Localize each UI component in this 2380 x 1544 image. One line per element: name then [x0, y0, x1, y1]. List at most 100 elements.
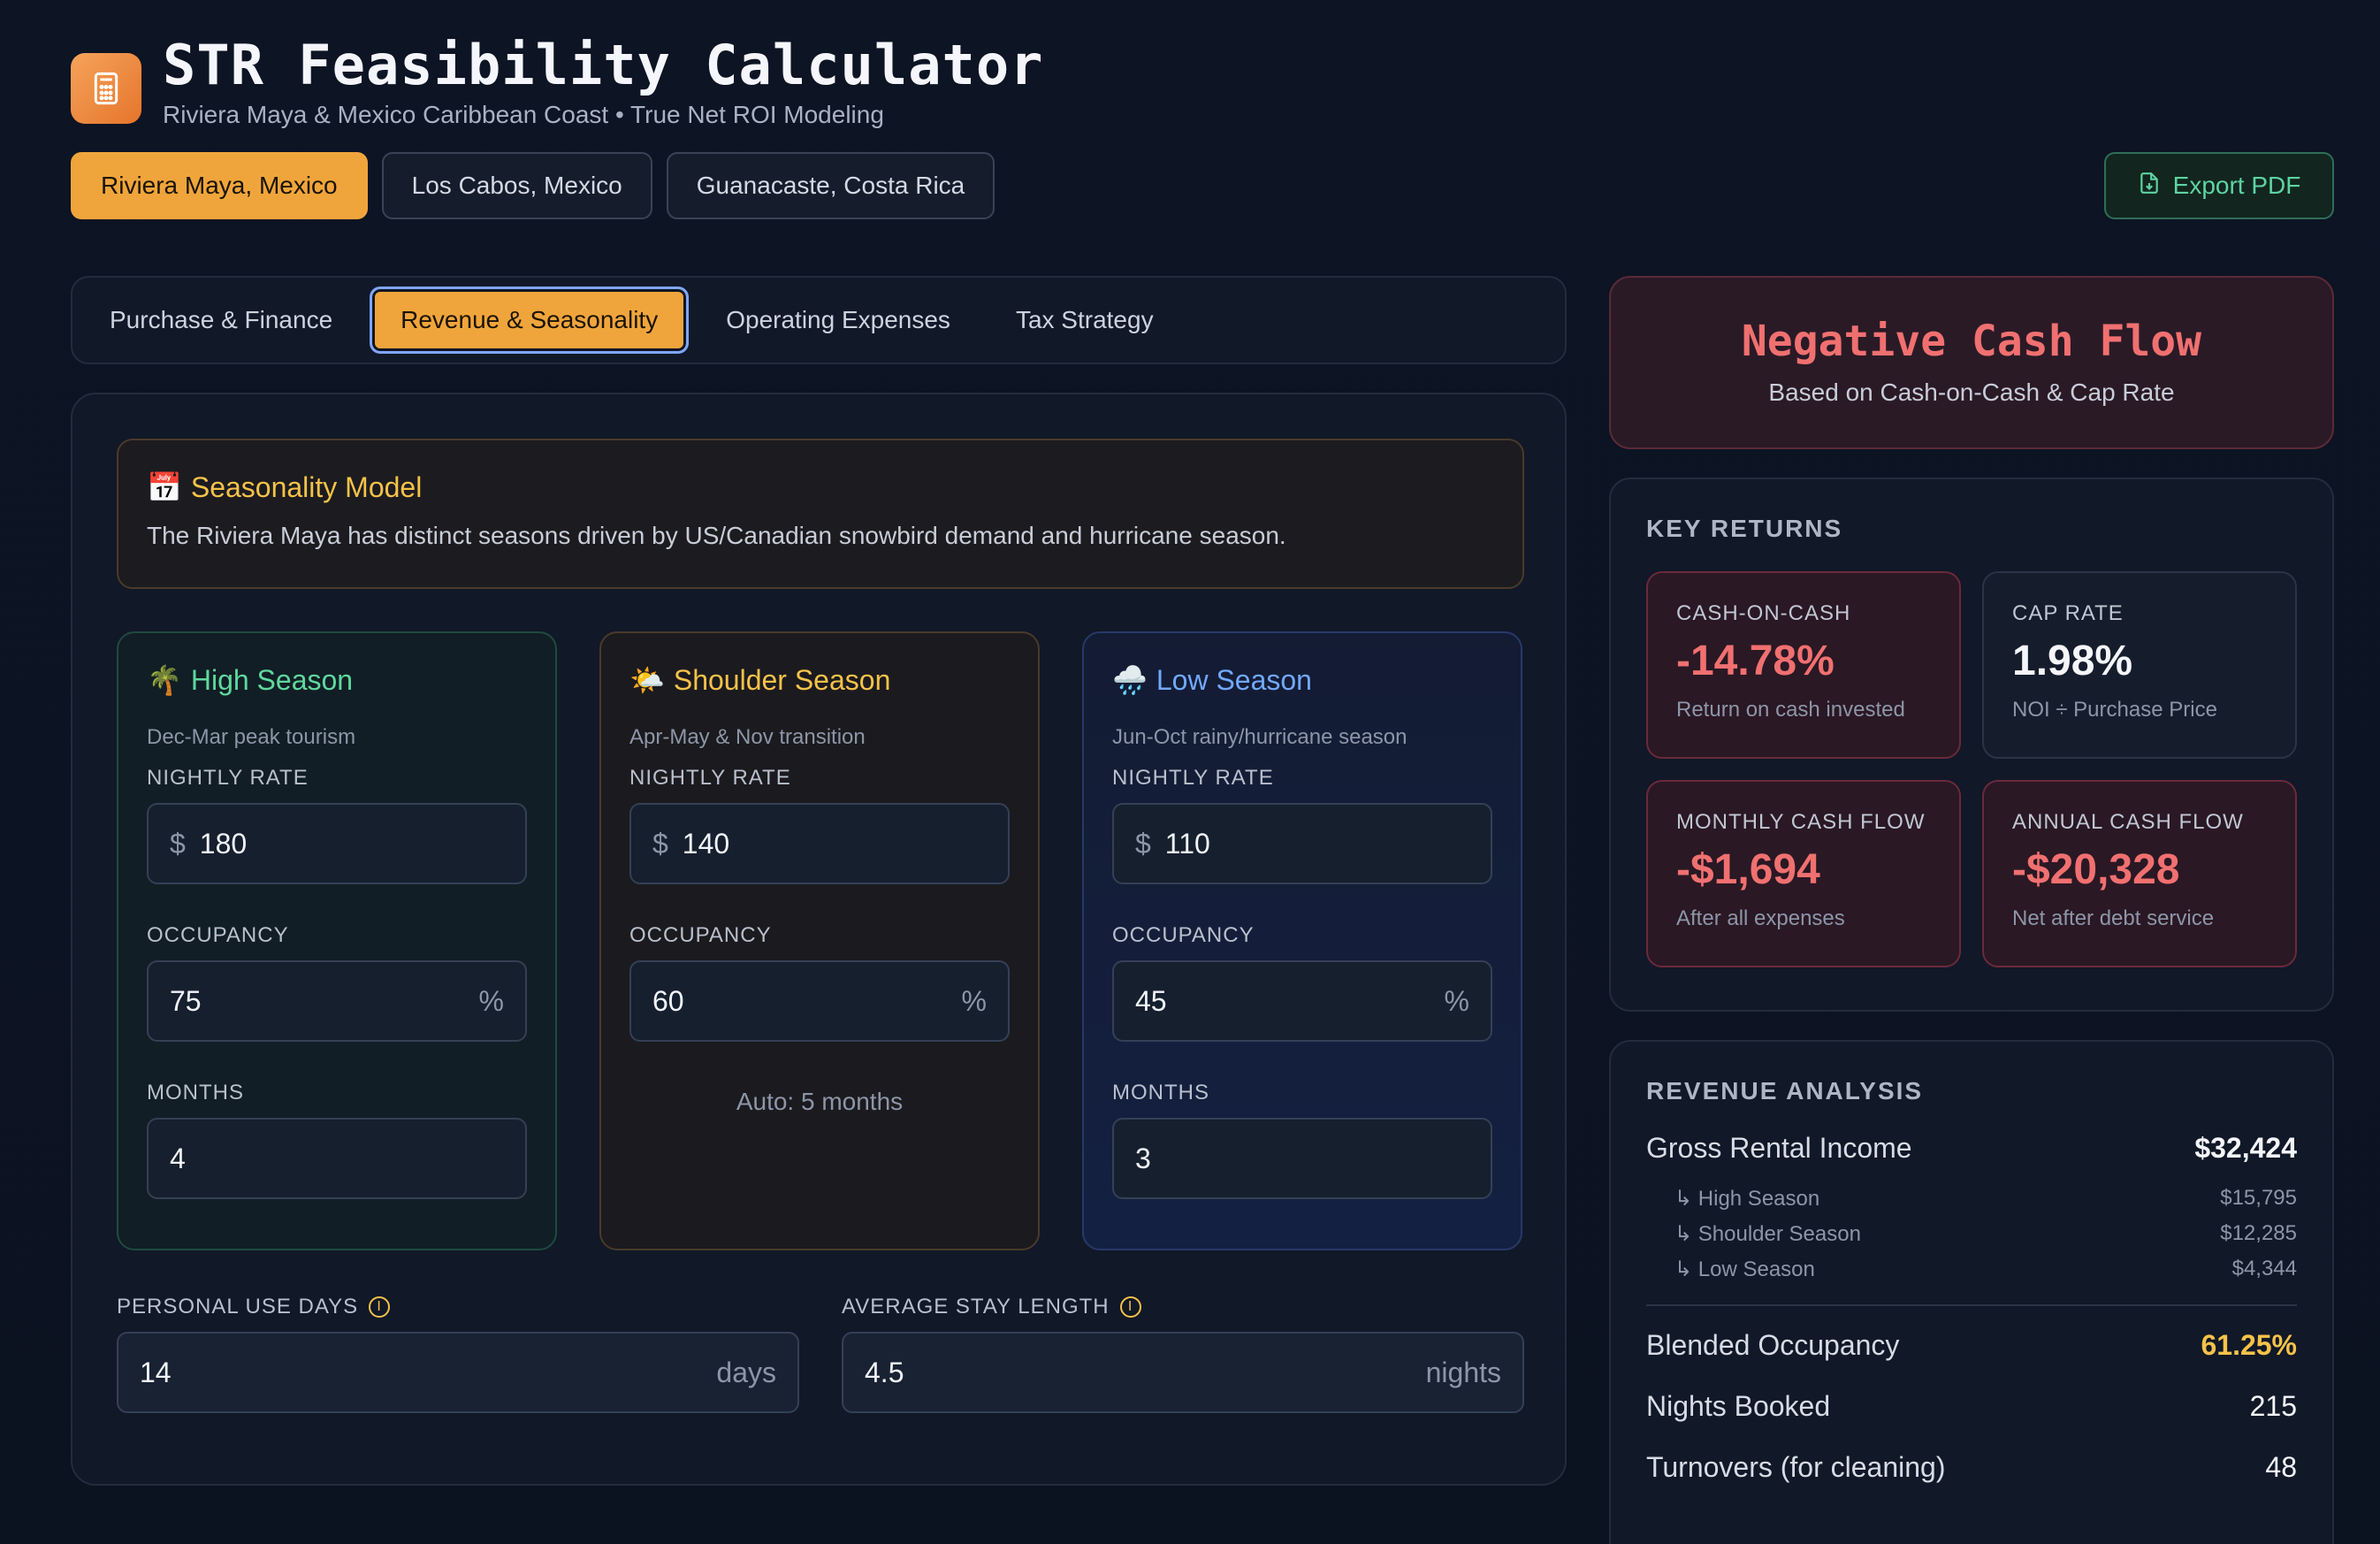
low-season-revenue-row: ↳ Low Season $4,344: [1646, 1251, 2297, 1287]
shoulder-occupancy-input[interactable]: 60 %: [629, 960, 1010, 1042]
metric-value: -$1,694: [1676, 846, 1820, 893]
blended-occupancy-row: Blended Occupancy 61.25%: [1646, 1329, 2297, 1362]
shoulder-auto-months: Auto: 5 months: [736, 1088, 904, 1115]
metric-value: -14.78%: [1676, 638, 1835, 684]
location-selector: Riviera Maya, Mexico Los Cabos, Mexico G…: [71, 152, 995, 219]
low-months-input[interactable]: 3: [1112, 1118, 1492, 1199]
low-season-card: 🌧️ Low Season Jun-Oct rainy/hurricane se…: [1082, 631, 1522, 1250]
blended-occupancy-label: Blended Occupancy: [1646, 1329, 1900, 1361]
turnovers-value: 48: [2265, 1451, 2297, 1483]
nights-booked-value: 215: [2249, 1390, 2297, 1422]
gross-rental-income-value: $32,424: [2194, 1132, 2297, 1164]
key-returns-title: KEY RETURNS: [1646, 515, 1843, 542]
average-stay-length-value: 4.5: [865, 1356, 904, 1388]
breakdown-value: $4,344: [2231, 1257, 2297, 1280]
nightly-rate-label: NIGHTLY RATE: [147, 766, 309, 790]
section-tabs: Purchase & Finance Revenue & Seasonality…: [71, 276, 1567, 364]
high-season-title: High Season: [190, 663, 354, 696]
metric-sub: Net after debt service: [2012, 906, 2215, 930]
shoulder-nightly-rate-value: 140: [682, 827, 730, 860]
export-pdf-label: Export PDF: [2172, 172, 2301, 199]
currency-prefix: $: [1135, 827, 1151, 860]
shoulder-season-desc: Apr-May & Nov transition: [629, 725, 866, 749]
palm-tree-icon: 🌴: [147, 664, 182, 696]
cap-rate-metric: CAP RATE 1.98% NOI ÷ Purchase Price: [1982, 571, 2297, 759]
breakdown-label: ↳ Low Season: [1674, 1257, 1815, 1281]
tab-purchase-finance[interactable]: Purchase & Finance: [81, 287, 361, 354]
high-nightly-rate-value: 180: [199, 827, 248, 860]
tab-operating-expenses[interactable]: Operating Expenses: [698, 287, 979, 354]
page-subtitle: Riviera Maya & Mexico Caribbean Coast • …: [163, 101, 884, 128]
personal-use-days-label: PERSONAL USE DAYS: [117, 1295, 359, 1319]
calculator-icon: [71, 53, 141, 124]
nights-booked-row: Nights Booked 215: [1646, 1390, 2297, 1423]
low-nightly-rate-input[interactable]: $ 110: [1112, 803, 1492, 884]
metric-label: ANNUAL CASH FLOW: [2012, 810, 2244, 834]
metric-label: CASH-ON-CASH: [1676, 601, 1851, 625]
personal-use-days-input[interactable]: 14 days: [117, 1332, 799, 1413]
occupancy-label: OCCUPANCY: [629, 923, 772, 947]
cash-on-cash-metric: CASH-ON-CASH -14.78% Return on cash inve…: [1646, 571, 1961, 759]
divider: [1646, 1304, 2297, 1306]
blended-occupancy-value: 61.25%: [2201, 1329, 2297, 1361]
nights-booked-label: Nights Booked: [1646, 1390, 1831, 1422]
average-stay-length-label: AVERAGE STAY LENGTH: [842, 1295, 1110, 1319]
info-icon[interactable]: i: [1119, 1296, 1141, 1318]
tab-tax-strategy[interactable]: Tax Strategy: [988, 287, 1182, 354]
calendar-icon: 📅: [147, 471, 182, 503]
nightly-rate-label: NIGHTLY RATE: [629, 766, 791, 790]
low-months-value: 3: [1135, 1142, 1151, 1174]
high-occupancy-input[interactable]: 75 %: [147, 960, 527, 1042]
location-los-cabos-button[interactable]: Los Cabos, Mexico: [381, 152, 652, 219]
personal-use-days-value: 14: [140, 1356, 172, 1388]
turnovers-row: Turnovers (for cleaning) 48: [1646, 1451, 2297, 1484]
rain-cloud-icon: 🌧️: [1112, 664, 1148, 696]
low-occupancy-input[interactable]: 45 %: [1112, 960, 1492, 1042]
location-riviera-maya-button[interactable]: Riviera Maya, Mexico: [71, 152, 368, 219]
shoulder-nightly-rate-input[interactable]: $ 140: [629, 803, 1010, 884]
average-stay-length-input[interactable]: 4.5 nights: [842, 1332, 1524, 1413]
low-occupancy-value: 45: [1135, 984, 1167, 1017]
months-label: MONTHS: [1112, 1081, 1209, 1104]
cash-flow-status-card: Negative Cash Flow Based on Cash-on-Cash…: [1609, 276, 2334, 449]
low-nightly-rate-value: 110: [1164, 827, 1210, 860]
high-season-card: 🌴 High Season Dec-Mar peak tourism NIGHT…: [117, 631, 557, 1250]
breakdown-value: $15,795: [2220, 1186, 2297, 1210]
gross-rental-income-label: Gross Rental Income: [1646, 1132, 1912, 1164]
currency-prefix: $: [170, 827, 186, 860]
revenue-seasonality-panel: 📅 Seasonality Model The Riviera Maya has…: [71, 393, 1567, 1486]
percent-suffix: %: [961, 984, 987, 1017]
location-guanacaste-button[interactable]: Guanacaste, Costa Rica: [666, 152, 995, 219]
export-pdf-button[interactable]: Export PDF: [2104, 152, 2334, 219]
metric-sub: Return on cash invested: [1676, 698, 1905, 722]
seasonality-model-text: The Riviera Maya has distinct seasons dr…: [147, 522, 1286, 549]
cash-flow-status-subtitle: Based on Cash-on-Cash & Cap Rate: [1768, 378, 2175, 406]
seasonality-model-title: Seasonality Model: [190, 470, 423, 503]
high-season-desc: Dec-Mar peak tourism: [147, 725, 356, 749]
metric-value: 1.98%: [2012, 638, 2133, 684]
gross-rental-income-row: Gross Rental Income $32,424: [1646, 1132, 2297, 1165]
turnovers-label: Turnovers (for cleaning): [1646, 1451, 1946, 1483]
months-label: MONTHS: [147, 1081, 244, 1104]
info-icon[interactable]: i: [369, 1296, 391, 1318]
metric-sub: After all expenses: [1676, 906, 1845, 930]
nightly-rate-label: NIGHTLY RATE: [1112, 766, 1274, 790]
days-suffix: days: [716, 1356, 776, 1388]
high-months-input[interactable]: 4: [147, 1118, 527, 1199]
sun-cloud-icon: 🌤️: [629, 664, 665, 696]
monthly-cash-flow-metric: MONTHLY CASH FLOW -$1,694 After all expe…: [1646, 780, 1961, 967]
metric-value: -$20,328: [2012, 846, 2180, 893]
personal-use-days-field: PERSONAL USE DAYS i 14 days: [117, 1295, 799, 1413]
tab-revenue-seasonality[interactable]: Revenue & Seasonality: [370, 287, 690, 354]
low-season-desc: Jun-Oct rainy/hurricane season: [1112, 725, 1407, 749]
shoulder-season-revenue-row: ↳ Shoulder Season $12,285: [1646, 1216, 2297, 1251]
high-occupancy-value: 75: [170, 984, 202, 1017]
metric-label: CAP RATE: [2012, 601, 2124, 625]
high-nightly-rate-input[interactable]: $ 180: [147, 803, 527, 884]
seasonality-model-callout: 📅 Seasonality Model The Riviera Maya has…: [117, 439, 1524, 589]
metric-label: MONTHLY CASH FLOW: [1676, 810, 1926, 834]
page-title: STR Feasibility Calculator: [163, 33, 1044, 97]
percent-suffix: %: [478, 984, 504, 1017]
breakdown-label: ↳ Shoulder Season: [1674, 1221, 1861, 1246]
app-header: STR Feasibility Calculator Riviera Maya …: [71, 34, 1044, 129]
